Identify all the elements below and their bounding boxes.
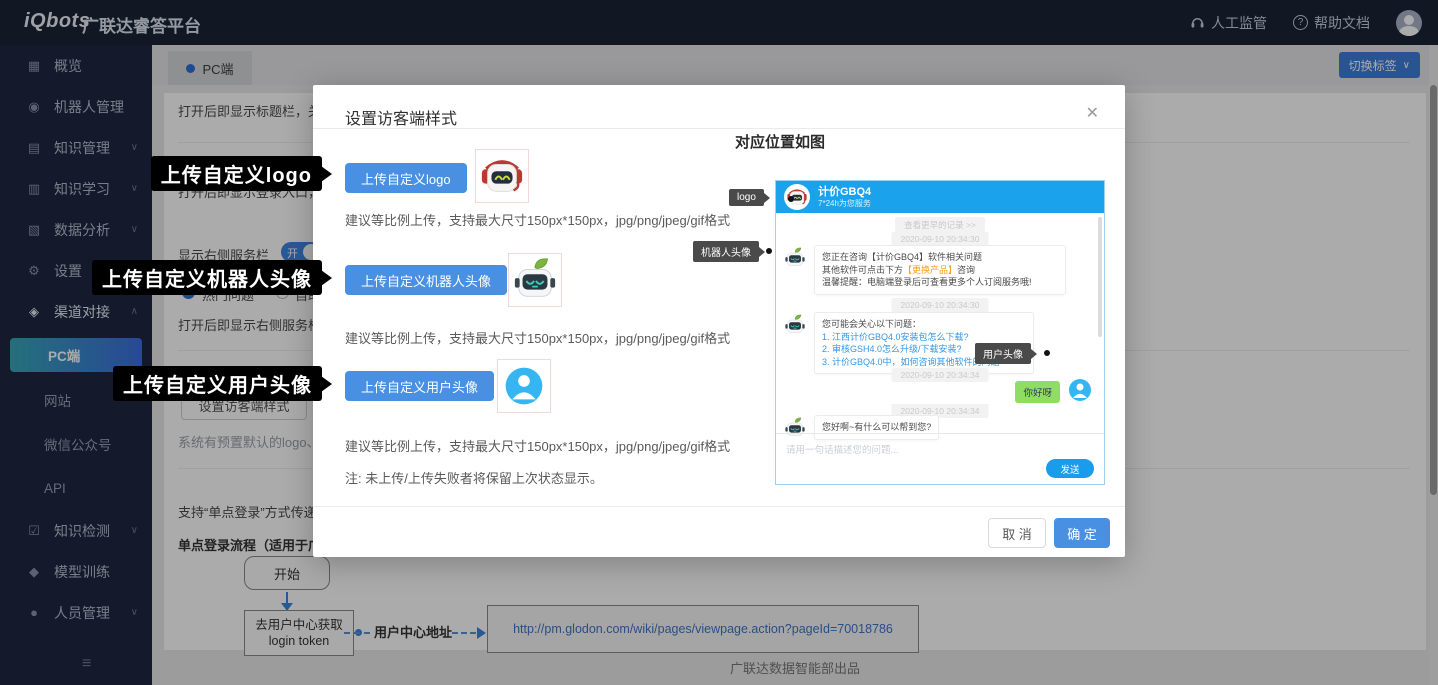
logo-preview-box <box>475 149 529 203</box>
robot-avatar-position-tag: 机器人头像 <box>693 241 759 262</box>
app-root: iQbots 广联达睿答平台 人工监管 ? 帮助文档 ▦ 概览 ◉ 机器人管理 … <box>0 0 1438 685</box>
highlight-text[interactable]: 【更换产品】 <box>903 265 957 275</box>
chat-input-area[interactable]: 请用一句话描述您的问题... 发送 <box>776 433 1104 485</box>
question-link[interactable]: 1. 江西计价GBQ4.0安装包怎么下载? <box>822 331 1026 344</box>
logo-robot-image <box>479 153 525 199</box>
robot-avatar-image <box>512 257 558 303</box>
chat-preview-panel: 计价GBQ4 7*24h为您服务 查看更早的记录 >> 2020-09-10 2… <box>775 180 1105 485</box>
user-avatar-icon <box>1068 378 1092 402</box>
timestamp: 2020-09-10 20:34:30 <box>892 298 989 312</box>
bot-message-line: 您可能会关心以下问题： <box>822 318 1026 331</box>
msg-text: 其他软件可点击下方 <box>822 265 903 275</box>
chat-scrollbar-thumb[interactable] <box>1098 217 1102 337</box>
timestamp: 2020-09-10 20:34:30 <box>892 232 989 246</box>
robot-avatar-preview-box <box>508 253 562 307</box>
bot-message: 您正在咨询【计价GBQ4】软件相关问题 其他软件可点击下方【更换产品】咨询 温馨… <box>814 245 1066 295</box>
upload-logo-button[interactable]: 上传自定义logo <box>345 163 467 193</box>
send-button[interactable]: 发送 <box>1046 459 1094 478</box>
upload-hint: 建议等比例上传，支持最大尺寸150px*150px，jpg/png/jpeg/g… <box>345 210 730 229</box>
modal-title: 设置访客端样式 <box>345 105 457 129</box>
chat-header-text: 计价GBQ4 7*24h为您服务 <box>818 186 871 209</box>
annotation-dot <box>1044 350 1050 356</box>
chat-service-subtitle: 7*24h为您服务 <box>818 199 871 209</box>
visitor-style-modal: 设置访客端样式 ✕ 上传自定义logo 建议等比例上传，支持最大尺寸150px*… <box>313 85 1125 557</box>
upload-user-avatar-button[interactable]: 上传自定义用户头像 <box>345 371 494 401</box>
upload-hint: 建议等比例上传，支持最大尺寸150px*150px，jpg/png/jpeg/g… <box>345 436 730 455</box>
msg-text: 咨询 <box>957 265 975 275</box>
upload-note: 注: 未上传/上传失败者将保留上次状态显示。 <box>345 468 603 487</box>
callout-upload-logo: 上传自定义logo <box>151 156 322 191</box>
bot-avatar-icon <box>784 247 806 269</box>
chat-product-title: 计价GBQ4 <box>818 186 871 199</box>
confirm-button[interactable]: 确 定 <box>1054 518 1110 548</box>
upload-robot-avatar-button[interactable]: 上传自定义机器人头像 <box>345 265 507 295</box>
annotation-dot <box>766 248 772 254</box>
bot-message-line: 其他软件可点击下方【更换产品】咨询 <box>822 264 1058 277</box>
annotation-dot <box>788 196 794 202</box>
history-link[interactable]: 查看更早的记录 >> <box>895 217 985 233</box>
user-avatar-preview-box <box>497 359 551 413</box>
timestamp: 2020-09-10 20:34:34 <box>892 368 989 382</box>
chat-header: 计价GBQ4 7*24h为您服务 <box>776 181 1104 213</box>
user-avatar-position-tag: 用户头像 <box>975 343 1031 364</box>
cancel-button[interactable]: 取 消 <box>988 518 1046 548</box>
bot-message-line: 温馨提醒：电脑端登录后可查看更多个人订阅服务哦! <box>822 276 1058 289</box>
callout-upload-robot-avatar: 上传自定义机器人头像 <box>92 260 322 295</box>
divider <box>313 128 1125 129</box>
close-icon[interactable]: ✕ <box>1086 103 1099 123</box>
callout-upload-user-avatar: 上传自定义用户头像 <box>113 366 322 401</box>
user-message-bubble: 你好呀 <box>1015 381 1060 403</box>
upload-hint: 建议等比例上传，支持最大尺寸150px*150px，jpg/png/jpeg/g… <box>345 328 730 347</box>
user-avatar-image <box>504 366 544 406</box>
divider <box>313 506 1125 507</box>
bot-message-line: 您正在咨询【计价GBQ4】软件相关问题 <box>822 251 1058 264</box>
logo-position-tag: logo <box>729 189 764 206</box>
preview-section-title: 对应位置如图 <box>735 131 825 152</box>
chat-input-placeholder: 请用一句话描述您的问题... <box>786 442 898 456</box>
bot-avatar-icon <box>784 314 806 336</box>
